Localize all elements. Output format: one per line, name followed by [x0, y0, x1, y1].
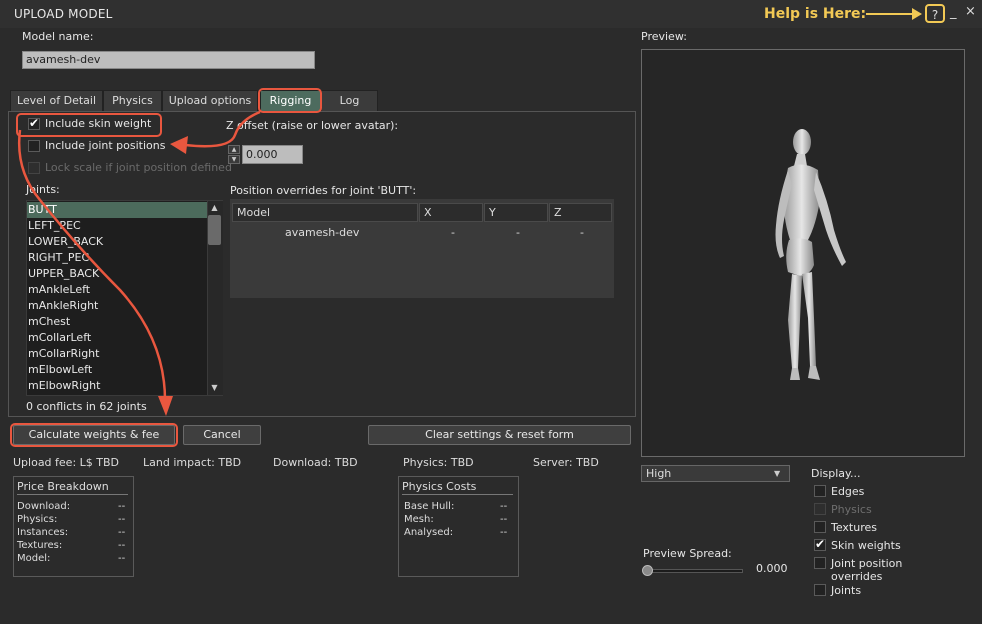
model-preview-viewport[interactable] — [641, 49, 965, 457]
price-row-value: -- — [118, 514, 126, 525]
physics-label: Physics — [831, 503, 872, 516]
help-arrow-icon — [866, 8, 922, 20]
upload-fee-text: Upload fee: L$ TBD — [13, 456, 120, 469]
avatar-model-figure — [775, 129, 846, 380]
price-row-label: Instances: — [17, 527, 69, 538]
physics-row-label: Analysed: — [404, 527, 454, 538]
preview-spread-knob[interactable] — [642, 565, 653, 576]
lod-select[interactable]: High — [641, 465, 790, 482]
edges-checkbox[interactable] — [814, 485, 826, 497]
minimize-button[interactable]: _ — [950, 6, 960, 20]
price-row-value: -- — [118, 553, 126, 564]
annotation-arrows — [18, 110, 261, 416]
joints-checkbox[interactable] — [814, 584, 826, 596]
price-row-value: -- — [118, 501, 126, 512]
textures-checkbox[interactable] — [814, 521, 826, 533]
skin-weights-checkbox[interactable] — [814, 537, 826, 551]
joints-display-label: Joints — [831, 584, 862, 597]
chevron-down-icon: ▼ — [774, 469, 781, 478]
price-row-label: Model: — [17, 553, 51, 564]
joint-position-overrides-checkbox[interactable] — [814, 557, 826, 569]
physics-checkbox — [814, 503, 826, 515]
column-header-y[interactable]: Y — [484, 203, 548, 222]
price-row-label: Physics: — [17, 514, 58, 525]
price-breakdown-title: Price Breakdown — [17, 480, 128, 495]
price-row-label: Textures: — [17, 540, 63, 551]
download-text: Download: TBD — [273, 456, 358, 469]
column-header-x[interactable]: X — [419, 203, 483, 222]
override-cell-x: - — [451, 226, 455, 239]
help-button[interactable]: ? — [925, 4, 945, 23]
preview-spread-label: Preview Spread: — [643, 547, 732, 560]
price-row-label: Download: — [17, 501, 71, 512]
column-header-z[interactable]: Z — [549, 203, 612, 222]
preview-spread-value: 0.000 — [756, 562, 788, 575]
display-label: Display... — [811, 467, 861, 480]
physics-text: Physics: TBD — [403, 456, 474, 469]
physics-row-label: Mesh: — [404, 514, 434, 525]
land-impact-text: Land impact: TBD — [143, 456, 242, 469]
textures-label: Textures — [831, 521, 877, 534]
edges-label: Edges — [831, 485, 865, 498]
help-hint-text: Help is Here: — [764, 6, 867, 22]
physics-row-label: Base Hull: — [404, 501, 455, 512]
tab-log[interactable]: Log — [321, 90, 378, 111]
price-row-value: -- — [118, 527, 126, 538]
model-name-input[interactable]: avamesh-dev — [22, 51, 315, 69]
clear-settings-button[interactable]: Clear settings & reset form — [368, 425, 631, 445]
joint-position-overrides-label: Joint position — [831, 557, 903, 570]
physics-row-value: -- — [500, 527, 508, 538]
price-row-value: -- — [118, 540, 126, 551]
skin-weights-label: Skin weights — [831, 539, 901, 552]
server-text: Server: TBD — [533, 456, 599, 469]
physics-costs-title: Physics Costs — [402, 480, 513, 495]
model-name-label: Model name: — [22, 30, 94, 43]
close-button[interactable]: × — [965, 5, 977, 19]
override-cell-z: - — [580, 226, 584, 239]
joint-position-overrides-label-line2: overrides — [831, 570, 883, 583]
override-cell-y: - — [516, 226, 520, 239]
preview-label: Preview: — [641, 30, 687, 43]
physics-row-value: -- — [500, 501, 508, 512]
window-title: UPLOAD MODEL — [14, 7, 113, 21]
physics-row-value: -- — [500, 514, 508, 525]
preview-spread-slider[interactable] — [645, 569, 743, 573]
